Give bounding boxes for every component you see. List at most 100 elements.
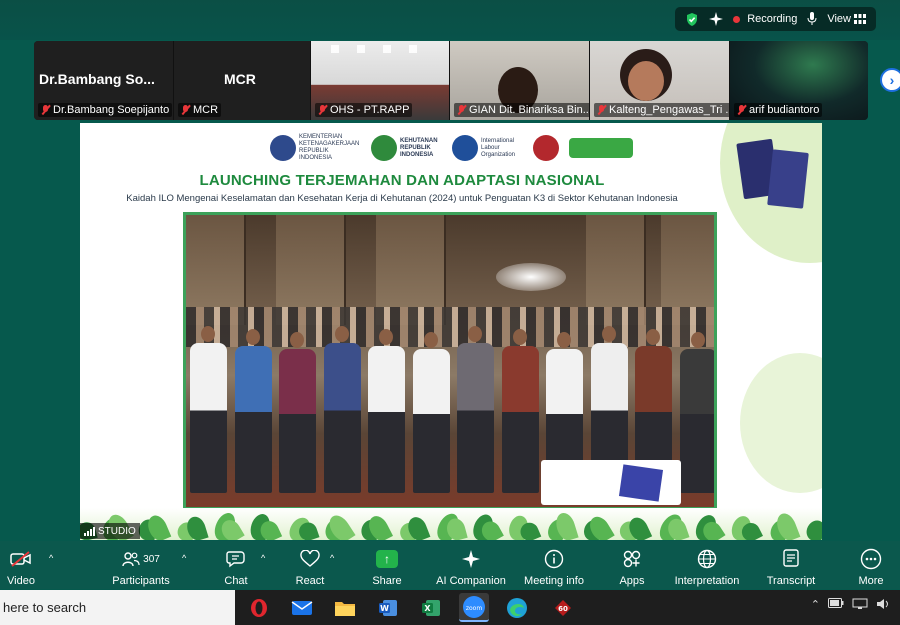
red-app-icon[interactable]: 60 [548, 593, 578, 622]
ai-sparkle-icon[interactable] [709, 12, 724, 26]
logo-kemnaker: KEMENTERIAN KETENAGAKERJAAN REPUBLIK IND… [270, 134, 361, 162]
video-options-caret-icon[interactable]: ^ [49, 553, 53, 563]
person-head [290, 332, 304, 348]
person-head [201, 326, 215, 342]
stage-light [496, 263, 566, 291]
react-button[interactable]: React [294, 547, 326, 589]
participant-tile-video[interactable]: GIAN Dit. Binariksa Bin... [450, 41, 590, 120]
chat-options-caret-icon[interactable]: ^ [261, 553, 265, 563]
ai-companion-button[interactable]: AI Companion [436, 547, 506, 589]
ai-companion-sparkle-icon [461, 547, 481, 571]
meeting-info-label: Meeting info [524, 575, 584, 587]
participants-button[interactable]: 307 Participants [110, 547, 172, 589]
participant-tile-video[interactable]: Kalteng_Pengawas_Tri ... [590, 41, 730, 120]
zoom-icon-text: zoom [466, 605, 482, 612]
speaker-icon[interactable] [876, 598, 890, 613]
person-head [691, 332, 705, 348]
mic-muted-icon [597, 104, 606, 116]
participant-count: 307 [143, 553, 160, 565]
participant-tile-video[interactable]: arif budiantoro [730, 41, 868, 120]
standing-person [190, 343, 227, 493]
view-label: View [827, 13, 851, 25]
recording-indicator[interactable]: Recording [733, 13, 797, 25]
mic-muted-icon [181, 104, 190, 116]
globe-icon [697, 547, 717, 571]
shared-screen: KEMENTERIAN KETENAGAKERJAAN REPUBLIK IND… [80, 123, 822, 540]
participant-tile-name: MCR [224, 71, 256, 87]
opera-app-icon[interactable] [244, 593, 274, 622]
apps-button[interactable]: Apps [618, 547, 646, 589]
person-head [557, 332, 571, 348]
react-label: React [295, 575, 325, 587]
participant-label: OHS - PT.RAPP [315, 103, 413, 117]
share-label: Share [372, 575, 402, 587]
participant-strip: Dr.Bambang So... Dr.Bambang Soepijanto M… [34, 41, 868, 120]
standing-person [457, 343, 494, 493]
more-button[interactable]: More [856, 547, 886, 589]
standing-person [235, 346, 272, 493]
chevron-right-icon: › [889, 72, 895, 88]
person-head [602, 326, 616, 342]
logo-union [533, 135, 559, 161]
word-app-icon[interactable]: W [373, 593, 403, 622]
svg-text:W: W [380, 604, 389, 613]
person-head [468, 326, 482, 342]
book-cover-icon [767, 149, 809, 209]
participant-tile[interactable]: MCR MCR [174, 41, 311, 120]
excel-app-icon[interactable]: X [416, 593, 446, 622]
taskbar-search-box[interactable]: here to search [0, 590, 235, 625]
system-tray: ⌃ [811, 598, 890, 613]
logo-text: KEMENTERIAN KETENAGAKERJAAN REPUBLIK IND… [299, 134, 360, 161]
svg-text:X: X [424, 604, 431, 613]
meeting-toolbar: Video ^ 307 Participants ^ Chat ^ React … [0, 541, 900, 589]
person-head [513, 329, 527, 345]
video-button[interactable]: Video [6, 547, 36, 589]
participants-options-caret-icon[interactable]: ^ [182, 553, 186, 563]
transcript-label: Transcript [766, 575, 816, 587]
kemnaker-emblem-icon [270, 135, 296, 161]
slide-title: LAUNCHING TERJEMAHAN DAN ADAPTASI NASION… [199, 172, 605, 189]
transcript-button[interactable]: Transcript [766, 547, 816, 589]
interpretation-button[interactable]: Interpretation [672, 547, 742, 589]
next-participants-button[interactable]: › [880, 68, 900, 92]
participant-name: GIAN Dit. Binariksa Bin... [469, 104, 590, 116]
participant-face [628, 61, 664, 101]
microphone-icon[interactable] [807, 12, 817, 26]
participant-tile[interactable]: Dr.Bambang So... Dr.Bambang Soepijanto [34, 41, 174, 120]
participants-icon: 307 [122, 547, 160, 571]
windows-taskbar: here to search W X zoom 60 ⌃ [0, 590, 900, 625]
signal-bars-icon [84, 526, 95, 536]
share-button[interactable]: ↑ Share [372, 547, 402, 589]
studio-text: STUDIO [98, 525, 136, 537]
slide-subtitle: Kaidah ILO Mengenai Keselamatan dan Kese… [126, 193, 678, 204]
video-off-icon [10, 547, 32, 571]
participant-tile-name: Dr.Bambang So... [39, 71, 155, 87]
network-icon[interactable] [852, 598, 868, 613]
participant-name: Dr.Bambang Soepijanto [53, 104, 170, 116]
chat-icon [226, 547, 246, 571]
react-options-caret-icon[interactable]: ^ [330, 553, 334, 563]
recording-dot-icon [733, 15, 741, 23]
union-emblem-icon [533, 135, 559, 161]
meeting-info-button[interactable]: Meeting info [522, 547, 586, 589]
chat-button[interactable]: Chat [222, 547, 250, 589]
battery-icon[interactable] [828, 598, 844, 613]
participant-name: arif budiantoro [749, 104, 820, 116]
participant-label: arif budiantoro [734, 103, 823, 117]
video-label: Video [7, 575, 35, 587]
person-head [246, 329, 260, 345]
encryption-shield-icon[interactable] [685, 12, 699, 27]
more-label: More [858, 575, 884, 587]
participant-tile-video[interactable]: OHS - PT.RAPP [311, 41, 450, 120]
zoom-app-icon[interactable]: zoom [459, 593, 489, 622]
logo-kehutanan: KEHUTANAN REPUBLIK INDONESIA [371, 135, 442, 161]
edge-browser-icon[interactable] [502, 593, 532, 622]
participant-label: Kalteng_Pengawas_Tri ... [594, 103, 729, 117]
file-explorer-icon[interactable] [330, 593, 360, 622]
view-button[interactable]: View [827, 13, 866, 25]
stage-screen [541, 460, 681, 505]
mail-app-icon[interactable] [287, 593, 317, 622]
decor-blob [740, 353, 822, 493]
chevron-up-icon[interactable]: ⌃ [811, 598, 820, 613]
apps-icon [622, 547, 642, 571]
